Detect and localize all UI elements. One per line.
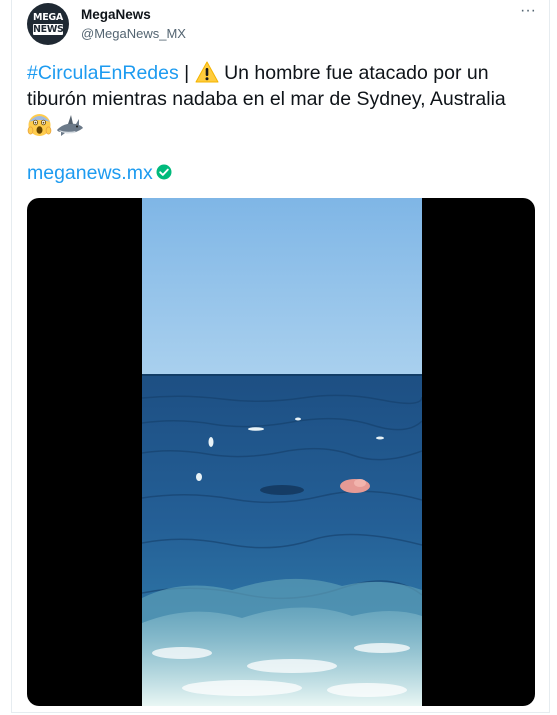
avatar[interactable]: MEGA NEWS xyxy=(27,3,69,45)
video-player[interactable] xyxy=(27,198,535,706)
tweet-text: #CirculaEnRedes | Un hombre fue atacado … xyxy=(27,60,542,112)
hashtag-link[interactable]: #CirculaEnRedes xyxy=(27,62,179,84)
separator-text: | xyxy=(178,62,195,84)
screaming-face-icon xyxy=(27,114,52,136)
website-link-text[interactable]: meganews.mx xyxy=(27,162,153,184)
check-circle-icon xyxy=(156,164,172,180)
display-name[interactable]: MegaNews xyxy=(81,7,151,22)
avatar-logo-line1: MEGA xyxy=(33,12,63,23)
video-frame[interactable] xyxy=(142,198,422,706)
avatar-logo-line2: NEWS xyxy=(33,24,64,35)
more-options-button[interactable]: ··· xyxy=(516,3,540,22)
website-link[interactable]: meganews.mx xyxy=(27,162,172,188)
shark-icon xyxy=(57,115,84,136)
warning-icon xyxy=(195,61,219,83)
account-handle[interactable]: @MegaNews_MX xyxy=(81,26,186,41)
emoji-row xyxy=(27,112,227,138)
tweet-card[interactable]: MEGA NEWS MegaNews @MegaNews_MX ··· #Cir… xyxy=(11,0,550,713)
